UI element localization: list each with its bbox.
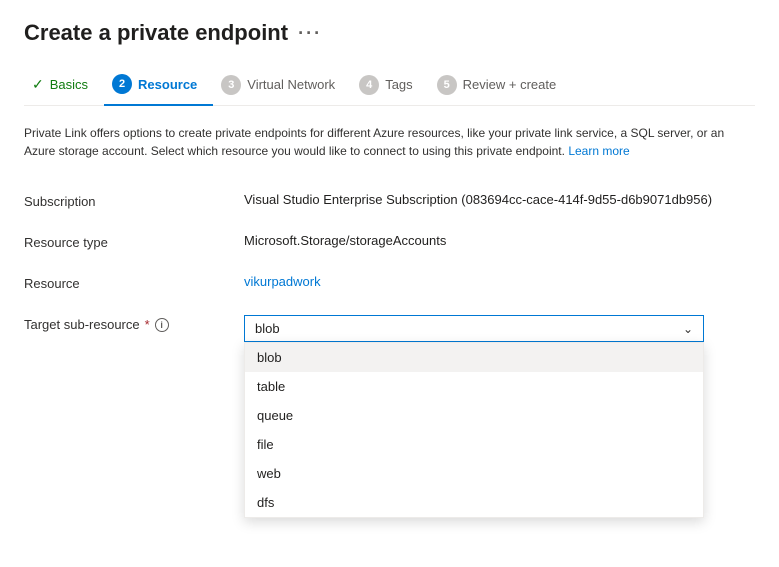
step-review-create[interactable]: 5 Review + create [429,67,573,105]
resource-type-value: Microsoft.Storage/storageAccounts [244,233,755,248]
dropdown-item-dfs[interactable]: dfs [245,488,703,517]
step-resource-circle: 2 [112,74,132,94]
step-vnet-circle: 3 [221,75,241,95]
dropdown-selected-value: blob [255,321,280,336]
resource-value: vikurpadwork [244,274,755,289]
info-tooltip-icon[interactable]: i [155,318,169,332]
resource-type-label: Resource type [24,233,244,250]
dropdown-item-web[interactable]: web [245,459,703,488]
basics-check-icon: ✓ [32,76,44,93]
resource-label: Resource [24,274,244,291]
resource-form: Subscription Visual Studio Enterprise Su… [24,180,755,354]
required-indicator: * [145,317,150,332]
info-text: Private Link offers options to create pr… [24,124,755,160]
page-title: Create a private endpoint [24,20,288,46]
step-basics-label: Basics [50,77,88,92]
target-sub-resource-row: Target sub-resource * i blob ⌄ blobtable… [24,303,755,354]
learn-more-link[interactable]: Learn more [568,144,629,158]
step-tags[interactable]: 4 Tags [351,67,428,105]
subscription-value: Visual Studio Enterprise Subscription (0… [244,192,755,207]
target-sub-resource-label: Target sub-resource * i [24,315,244,332]
dropdown-chevron-icon: ⌄ [683,322,693,336]
dropdown-item-queue[interactable]: queue [245,401,703,430]
dropdown-item-table[interactable]: table [245,372,703,401]
subscription-row: Subscription Visual Studio Enterprise Su… [24,180,755,221]
dropdown-item-file[interactable]: file [245,430,703,459]
step-review-circle: 5 [437,75,457,95]
step-virtual-network[interactable]: 3 Virtual Network [213,67,351,105]
step-vnet-label: Virtual Network [247,77,335,92]
page-title-ellipsis: ··· [298,23,322,44]
step-tags-circle: 4 [359,75,379,95]
step-tags-label: Tags [385,77,412,92]
target-sub-resource-dropdown-wrapper: blob ⌄ blobtablequeuefilewebdfs [244,315,755,342]
target-sub-resource-label-text: Target sub-resource [24,317,140,332]
step-resource-label: Resource [138,77,197,92]
step-basics[interactable]: ✓ Basics [24,68,104,103]
wizard-steps: ✓ Basics 2 Resource 3 Virtual Network 4 … [24,66,755,106]
dropdown-item-blob[interactable]: blob [245,343,703,372]
subscription-label: Subscription [24,192,244,209]
step-review-label: Review + create [463,77,557,92]
dropdown-menu: blobtablequeuefilewebdfs [244,342,704,518]
resource-row: Resource vikurpadwork [24,262,755,303]
page-header: Create a private endpoint ··· [24,20,755,46]
step-resource[interactable]: 2 Resource [104,66,213,106]
resource-type-row: Resource type Microsoft.Storage/storageA… [24,221,755,262]
target-sub-resource-dropdown[interactable]: blob ⌄ [244,315,704,342]
